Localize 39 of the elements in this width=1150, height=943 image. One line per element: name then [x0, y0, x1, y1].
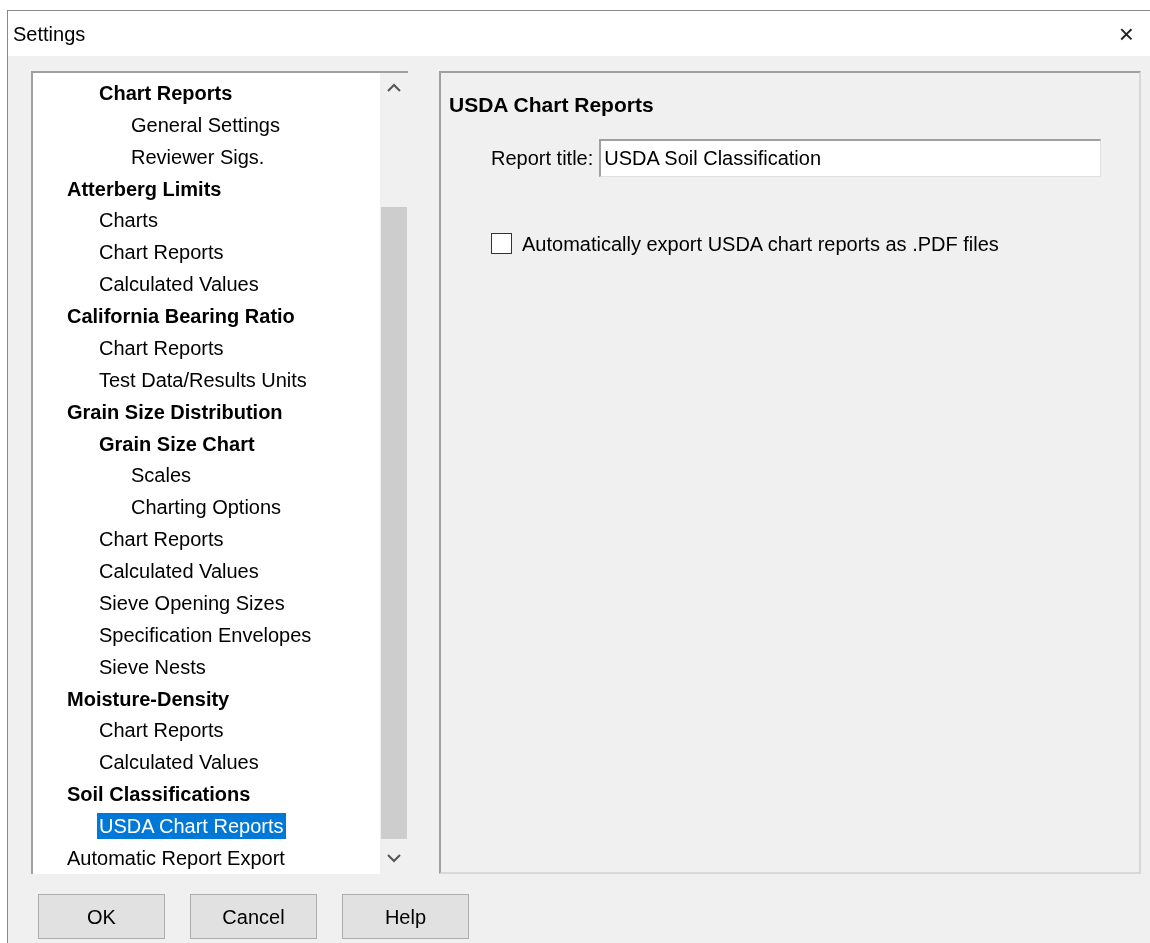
scroll-down-icon[interactable]	[387, 854, 401, 863]
tree-item[interactable]: Grain Size Distribution	[65, 398, 285, 425]
tree-item[interactable]: Calculated Values	[97, 271, 261, 298]
scroll-up-icon[interactable]	[387, 83, 401, 92]
scrollbar-thumb[interactable]	[381, 207, 407, 839]
dialog-button[interactable]: OK	[38, 894, 165, 939]
tree-item[interactable]: Chart Reports	[97, 717, 226, 744]
tree-item[interactable]: Atterberg Limits	[65, 175, 224, 202]
report-title-field[interactable]: USDA Soil Classification	[599, 138, 1102, 177]
tree-item[interactable]: Chart Reports	[97, 334, 226, 361]
checkbox-label: Automatically export USDA chart reports as .PDF files	[522, 231, 999, 257]
dialog-button[interactable]: Cancel	[190, 894, 317, 939]
tree-item[interactable]: Automatic Report Export	[65, 844, 287, 871]
tree-item[interactable]: Soil Classifications	[65, 781, 253, 808]
tree-item[interactable]: Chart Reports	[97, 79, 235, 106]
tree-item[interactable]: Specification Envelopes	[97, 621, 314, 648]
field-label: Report title:	[491, 145, 594, 171]
tree-item[interactable]: Test Data/Results Units	[97, 366, 309, 393]
tree-item[interactable]: USDA Chart Reports	[97, 813, 286, 840]
panel-heading: USDA Chart Reports	[449, 92, 655, 118]
window-title: Settings	[13, 21, 86, 47]
tree-item[interactable]: California Bearing Ratio	[65, 303, 297, 330]
tree-item[interactable]: Scales	[129, 462, 194, 489]
tree-item[interactable]: Charts	[97, 207, 160, 234]
tree-item[interactable]: Sieve Opening Sizes	[97, 589, 287, 616]
tree-item[interactable]: Calculated Values	[97, 558, 261, 585]
scrollbar[interactable]	[380, 73, 408, 874]
tree-item[interactable]: General Settings	[129, 111, 282, 138]
tree-item[interactable]: Chart Reports	[97, 239, 226, 266]
close-button[interactable]: ×	[1114, 20, 1138, 47]
tree-item[interactable]: Moisture-Density	[65, 685, 232, 712]
tree-item[interactable]: Charting Options	[129, 494, 284, 521]
tree-item[interactable]: Chart Reports	[97, 526, 226, 553]
dialog-button[interactable]: Help	[342, 894, 469, 939]
tree-item[interactable]: Calculated Values	[97, 749, 261, 776]
tree-item[interactable]: Grain Size Chart	[97, 430, 257, 457]
checkbox[interactable]	[491, 233, 512, 254]
tree-item[interactable]: Reviewer Sigs.	[129, 143, 267, 170]
tree-item[interactable]: Sieve Nests	[97, 653, 208, 680]
